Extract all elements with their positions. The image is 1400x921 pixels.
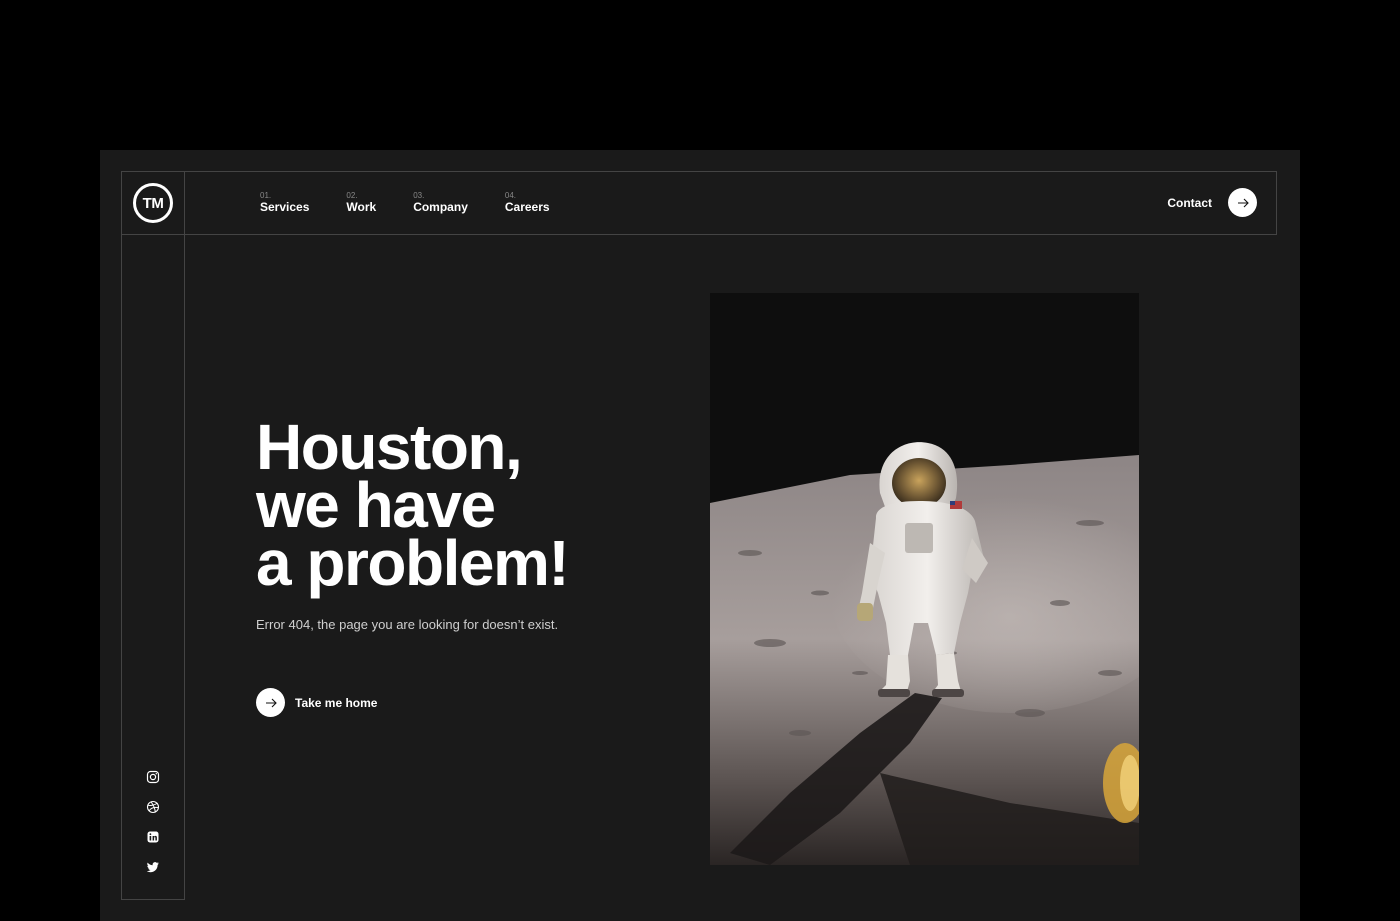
nav-item-label: Company bbox=[413, 200, 468, 214]
error-message: Error 404, the page you are looking for … bbox=[256, 617, 559, 632]
nav-item-label: Services bbox=[260, 200, 310, 214]
nav-item-number: 01. bbox=[260, 191, 272, 200]
take-me-home-button[interactable]: Take me home bbox=[256, 688, 377, 717]
contact-button[interactable]: Contact bbox=[1167, 188, 1257, 217]
nav-item-work[interactable]: 02. Work bbox=[346, 191, 377, 215]
page-title: Houston, we have a problem! bbox=[256, 411, 570, 599]
twitter-icon[interactable] bbox=[146, 860, 160, 874]
nav-item-label: Careers bbox=[504, 200, 550, 214]
nav-item-number: 03. bbox=[413, 191, 425, 200]
instagram-icon[interactable] bbox=[146, 770, 160, 784]
nav-item-careers[interactable]: 04. Careers bbox=[504, 191, 550, 215]
take-me-home-label: Take me home bbox=[295, 695, 378, 710]
nav-item-services[interactable]: 01. Services bbox=[260, 191, 310, 215]
nav-item-number: 02. bbox=[346, 191, 358, 200]
logo[interactable]: TM bbox=[133, 183, 173, 223]
home-arrow-button[interactable] bbox=[256, 688, 285, 717]
nav-item-company[interactable]: 03. Company bbox=[413, 191, 468, 215]
astronaut-image bbox=[710, 293, 1139, 865]
headline-line: we have bbox=[256, 469, 496, 541]
nav-item-number: 04. bbox=[504, 191, 516, 200]
headline-line: Houston, bbox=[256, 411, 523, 483]
contact-arrow-button[interactable] bbox=[1228, 188, 1257, 217]
linkedin-icon[interactable] bbox=[146, 830, 160, 844]
arrow-right-icon bbox=[1237, 198, 1249, 207]
contact-label: Contact bbox=[1167, 195, 1212, 210]
headline-line: a problem! bbox=[256, 527, 570, 599]
arrow-right-icon bbox=[265, 698, 277, 707]
social-links bbox=[146, 770, 162, 890]
astronaut-photo bbox=[710, 293, 1139, 865]
page-frame: TM 01. Services 02. Work 03. Company 04.… bbox=[100, 150, 1300, 921]
dribbble-icon[interactable] bbox=[146, 800, 160, 814]
main-nav: 01. Services 02. Work 03. Company 04. Ca… bbox=[260, 191, 587, 215]
nav-item-label: Work bbox=[346, 200, 377, 214]
logo-text: TM bbox=[142, 194, 164, 212]
